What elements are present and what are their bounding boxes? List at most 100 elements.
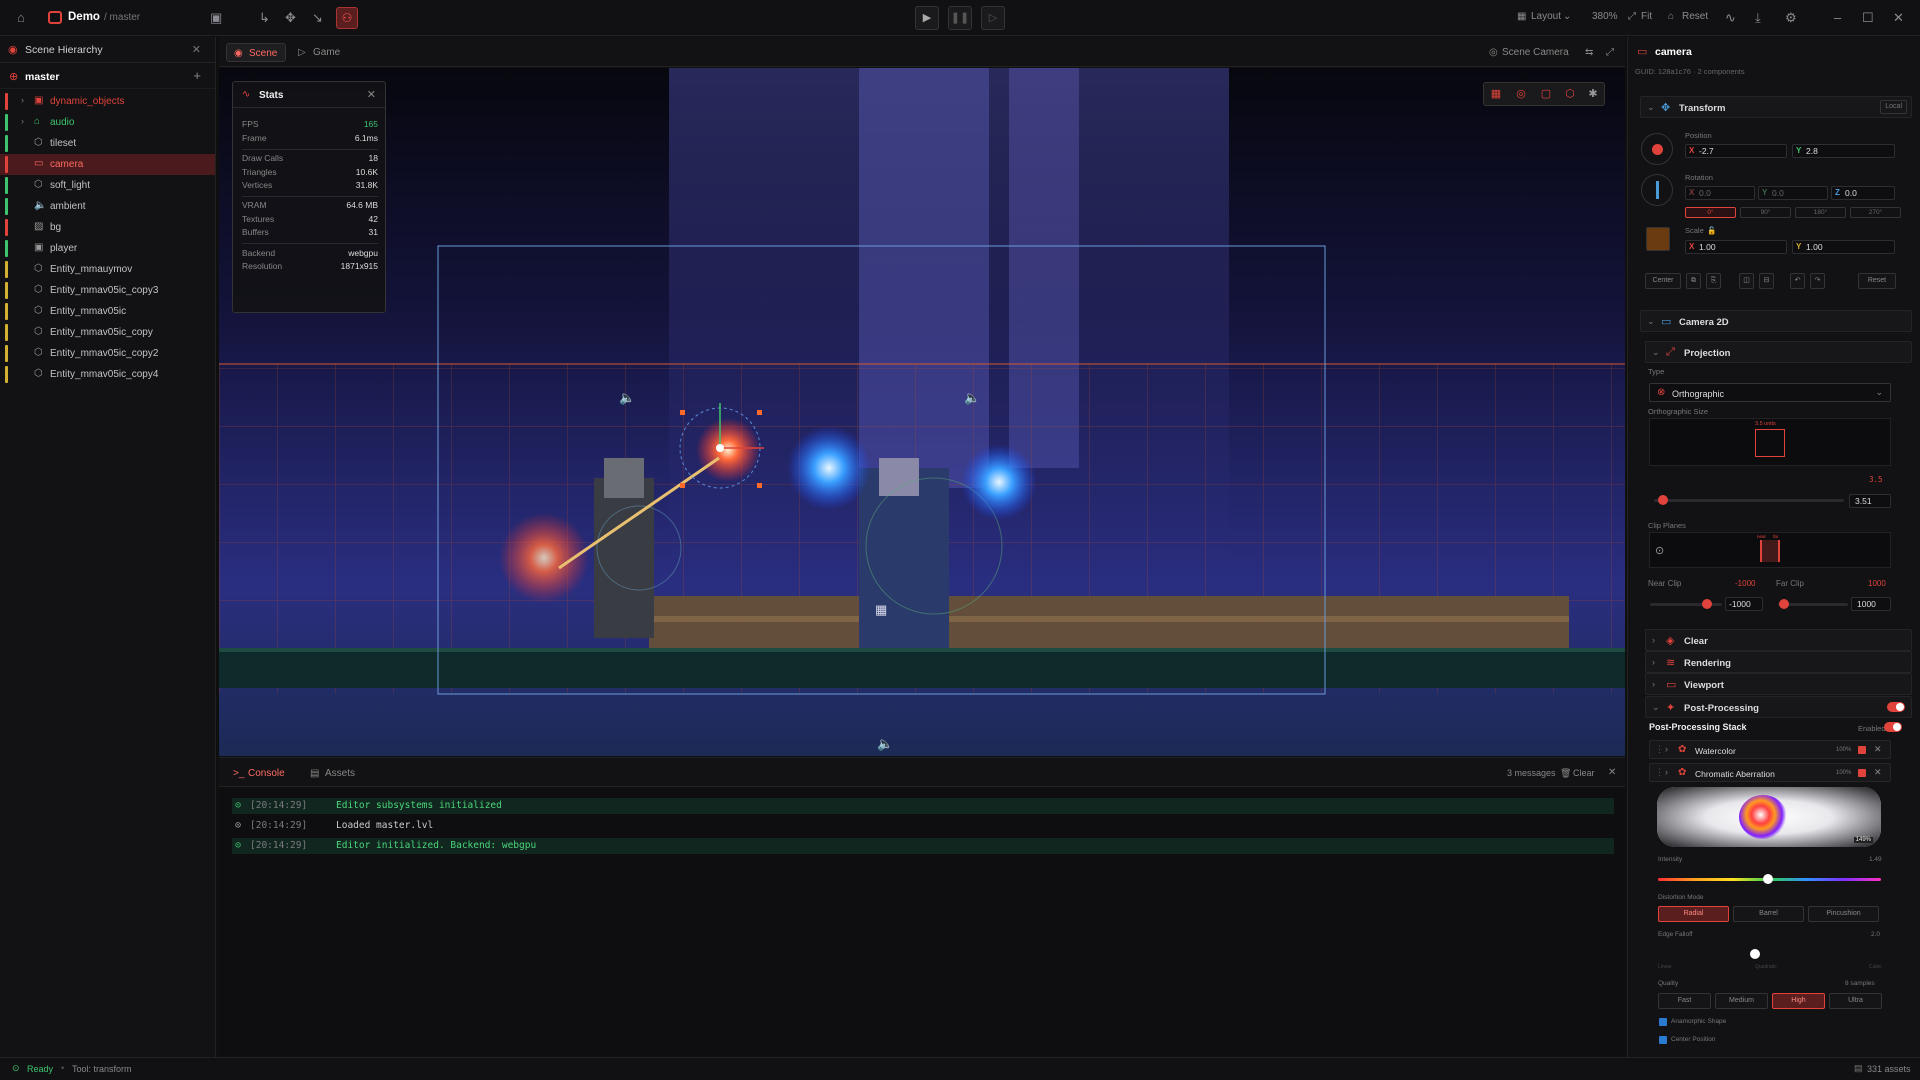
near-clip-field[interactable]: -1000 — [1725, 597, 1763, 611]
scene-canvas[interactable]: 🔈 🔈 ▦ 🔈 — [219, 68, 1625, 756]
move-tool-icon[interactable]: ↳ — [259, 10, 270, 26]
position-gizmo[interactable] — [1641, 133, 1673, 165]
home-icon[interactable]: ⌂ — [17, 10, 25, 26]
tab-console[interactable]: >_ Console — [226, 764, 293, 783]
remove-icon[interactable]: ✕ — [1874, 767, 1882, 778]
rotation-z-field[interactable]: Z 0.0 — [1831, 186, 1895, 200]
hierarchy-item[interactable]: › ▣ dynamic_objects — [0, 91, 215, 112]
copy-icon[interactable]: ⧉ — [1686, 273, 1701, 289]
reset-button[interactable]: Reset — [1682, 11, 1708, 22]
distortion-mode-pincushion[interactable]: Pincushion — [1808, 906, 1879, 922]
clear-console-button[interactable]: Clear — [1573, 768, 1595, 778]
intensity-knob[interactable] — [1763, 874, 1773, 884]
scene-viewport[interactable]: 🔈 🔈 ▦ 🔈 — [219, 68, 1625, 756]
hierarchy-item[interactable]: ⬡ Entity_mmav05ic — [0, 301, 215, 322]
console-log-entry[interactable]: ⊙ [20:14:29] Editor subsystems initialized — [232, 798, 1614, 814]
gizmo-toggle-icon[interactable]: ◎ — [1513, 87, 1529, 101]
transform-tool-button[interactable]: ⚇ — [336, 7, 358, 29]
tab-game[interactable]: ▷ Game — [291, 43, 348, 62]
distortion-mode-radial[interactable]: Radial — [1658, 906, 1729, 922]
drag-handle-icon[interactable]: ⋮ — [1655, 744, 1664, 755]
scale-swatch[interactable] — [1646, 227, 1670, 251]
reset-transform-button[interactable]: Reset — [1858, 273, 1896, 289]
clear-section-header[interactable]: › ◈ Clear — [1645, 629, 1912, 651]
position-x-field[interactable]: X -2.7 — [1685, 144, 1787, 158]
projection-section-header[interactable]: ⌄ ⤢ Projection — [1645, 341, 1912, 363]
flip-v-icon[interactable]: ⊟ — [1759, 273, 1774, 289]
rotation-preset-button[interactable]: 90° — [1740, 207, 1791, 218]
effect-row[interactable]: ⋮ › ✿ Chromatic Aberration 100% ✕ — [1649, 763, 1891, 782]
center-button[interactable]: Center — [1645, 273, 1681, 289]
anamorphic-checkbox[interactable] — [1659, 1018, 1667, 1026]
hierarchy-item[interactable]: ⬡ soft_light — [0, 175, 215, 196]
drag-handle-icon[interactable]: ⋮ — [1655, 767, 1664, 778]
quality-medium[interactable]: Medium — [1715, 993, 1768, 1009]
play-button[interactable]: ▶ — [915, 6, 939, 30]
scale-y-field[interactable]: Y 1.00 — [1792, 240, 1895, 254]
fit-button[interactable]: Fit — [1641, 11, 1652, 22]
hierarchy-item[interactable]: ⬡ Entity_mmav05ic_copy3 — [0, 280, 215, 301]
scene-camera-label[interactable]: Scene Camera — [1502, 47, 1569, 58]
tab-assets[interactable]: ▤ Assets — [303, 764, 363, 783]
distortion-mode-barrel[interactable]: Barrel — [1733, 906, 1804, 922]
console-log-entry[interactable]: ⊙ [20:14:29] Editor initialized. Backend: … — [232, 838, 1614, 854]
stack-enabled-toggle[interactable] — [1884, 722, 1902, 732]
ambient-audio-icon[interactable]: 🔈 — [877, 736, 893, 752]
ortho-size-slider[interactable] — [1654, 499, 1844, 502]
tilemap-icon[interactable]: ▦ — [875, 602, 887, 617]
add-entity-icon[interactable]: + — [193, 68, 201, 83]
hierarchy-item[interactable]: ⬡ Entity_mmav05ic_copy4 — [0, 364, 215, 385]
rendering-section-header[interactable]: › ≋ Rendering — [1645, 651, 1912, 673]
camera2d-section-header[interactable]: ⌄ ▭ Camera 2D — [1640, 310, 1912, 332]
close-icon[interactable]: ✕ — [192, 43, 201, 56]
maximize-icon[interactable]: ☐ — [1862, 10, 1874, 26]
save-icon[interactable]: ▣ — [210, 10, 222, 26]
close-window-icon[interactable]: ✕ — [1893, 10, 1904, 26]
remove-icon[interactable]: ✕ — [1874, 744, 1882, 755]
effect-row[interactable]: ⋮ › ✿ Watercolor 100% ✕ — [1649, 740, 1891, 759]
postprocessing-toggle[interactable] — [1887, 702, 1905, 712]
undo-icon[interactable]: ↶ — [1790, 273, 1805, 289]
local-toggle[interactable]: Local — [1880, 100, 1907, 114]
far-clip-knob[interactable] — [1779, 599, 1789, 609]
rotation-preset-button[interactable]: 0° — [1685, 207, 1736, 218]
near-clip-knob[interactable] — [1702, 599, 1712, 609]
rotate-tool-icon[interactable]: ✥ — [285, 10, 296, 26]
download-icon[interactable]: ⤓ — [1755, 10, 1761, 26]
scale-x-field[interactable]: X 1.00 — [1685, 240, 1787, 254]
hierarchy-item[interactable]: ⬡ Entity_mmav05ic_copy2 — [0, 343, 215, 364]
minimize-icon[interactable]: – — [1834, 10, 1841, 25]
chevron-right-icon[interactable]: › — [21, 95, 24, 105]
grid-toggle-icon[interactable]: ▦ — [1488, 87, 1504, 101]
position-y-field[interactable]: Y 2.8 — [1792, 144, 1895, 158]
hierarchy-item[interactable]: 🔈 ambient — [0, 196, 215, 217]
flip-h-icon[interactable]: ◫ — [1739, 273, 1754, 289]
close-icon[interactable]: ✕ — [367, 88, 376, 101]
hierarchy-item[interactable]: ▣ player — [0, 238, 215, 259]
edge-falloff-knob[interactable] — [1750, 949, 1760, 959]
rotation-preset-button[interactable]: 180° — [1795, 207, 1846, 218]
layout-dropdown[interactable]: Layout — [1531, 11, 1561, 22]
tab-scene[interactable]: ◉ Scene — [226, 43, 287, 62]
rotation-y-field[interactable]: Y 0.0 — [1758, 186, 1828, 200]
audio-source-icon[interactable]: 🔈 — [964, 390, 980, 406]
ortho-size-field[interactable]: 3.51 — [1849, 494, 1891, 508]
hierarchy-item[interactable]: ▨ bg — [0, 217, 215, 238]
hierarchy-item[interactable]: ⬡ Entity_mmauymov — [0, 259, 215, 280]
quality-fast[interactable]: Fast — [1658, 993, 1711, 1009]
hierarchy-root[interactable]: ⊕ master + — [0, 63, 215, 89]
lock-icon[interactable]: 🔓 — [1707, 226, 1716, 235]
colliders-toggle-icon[interactable]: ⬡ — [1562, 87, 1578, 101]
hierarchy-item[interactable]: › ⌂ audio — [0, 112, 215, 133]
audio-source-icon[interactable]: 🔈 — [619, 390, 635, 406]
settings-gear-icon[interactable]: ⚙ — [1785, 10, 1797, 26]
hierarchy-item[interactable]: ⬡ tileset — [0, 133, 215, 154]
rotation-preset-button[interactable]: 270° — [1850, 207, 1901, 218]
close-icon[interactable]: ✕ — [1608, 767, 1616, 778]
redo-icon[interactable]: ↷ — [1810, 273, 1825, 289]
projection-type-select[interactable]: ⊗ Orthographic ⌄ — [1649, 383, 1891, 402]
transform-section-header[interactable]: ⌄ ✥ Transform Local — [1640, 96, 1912, 118]
ortho-size-knob[interactable] — [1657, 495, 1668, 505]
scale-tool-icon[interactable]: ↘ — [312, 10, 323, 26]
chevron-right-icon[interactable]: › — [1665, 767, 1668, 777]
